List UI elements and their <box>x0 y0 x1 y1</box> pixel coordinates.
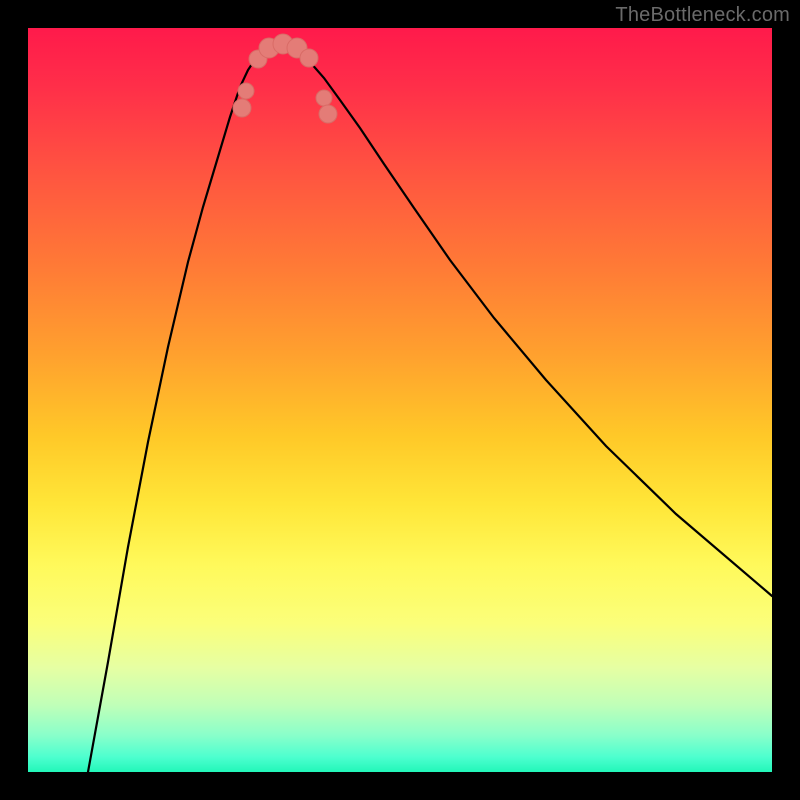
curve-left <box>88 44 280 772</box>
watermark-text: TheBottleneck.com <box>615 4 790 27</box>
bottleneck-curve <box>28 28 772 772</box>
trough-marker <box>316 90 332 106</box>
trough-marker <box>238 83 254 99</box>
plot-area <box>28 28 772 772</box>
frame: TheBottleneck.com <box>0 0 800 800</box>
trough-marker <box>233 99 251 117</box>
trough-marker <box>319 105 337 123</box>
trough-markers <box>233 34 337 123</box>
curve-right <box>280 44 772 596</box>
trough-marker <box>300 49 318 67</box>
